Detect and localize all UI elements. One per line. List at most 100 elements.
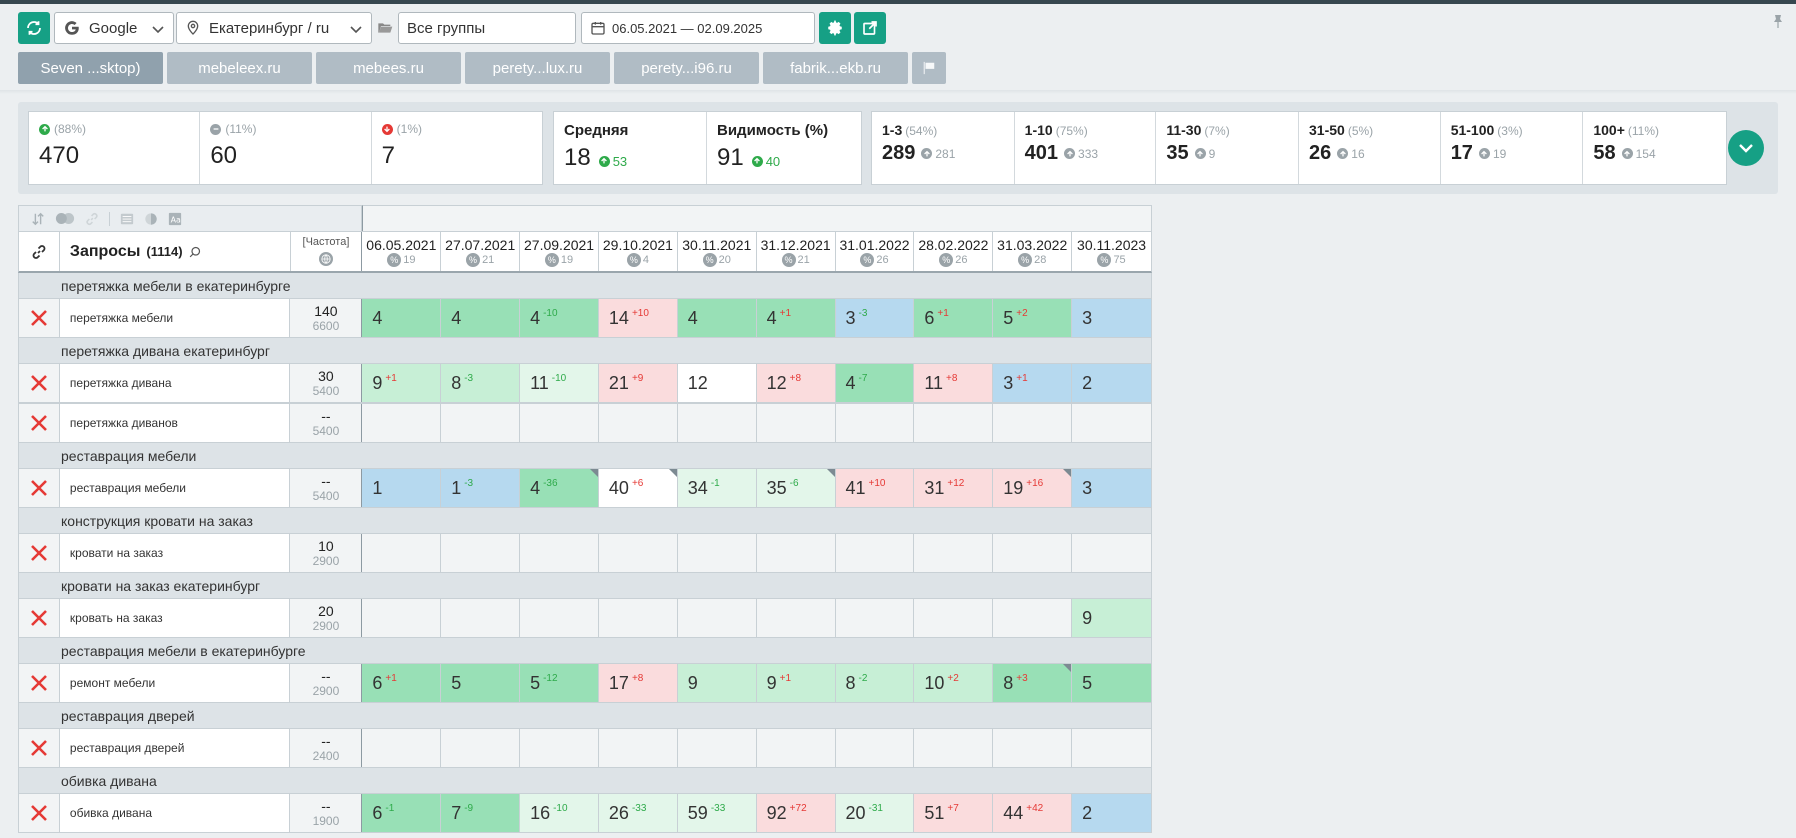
date-column-header[interactable]: 30.11.2023% 75 — [1072, 232, 1151, 271]
position-cell[interactable] — [520, 729, 599, 767]
date-column-header[interactable]: 31.03.2022% 28 — [993, 232, 1073, 271]
delete-query-button[interactable] — [19, 299, 60, 337]
pos-range-51-100[interactable]: 51-100 (3%) 17 19 — [1441, 112, 1584, 184]
position-cell[interactable]: 12 +8 — [756, 364, 836, 402]
delete-query-button[interactable] — [19, 794, 60, 832]
position-cell[interactable]: 9 — [1072, 599, 1151, 637]
position-cell[interactable]: 5 — [1072, 664, 1151, 702]
position-cell[interactable]: 2 — [1072, 364, 1151, 402]
toggle-icon[interactable] — [55, 212, 75, 225]
position-cell[interactable] — [756, 729, 836, 767]
position-cell[interactable] — [993, 534, 1073, 572]
refresh-button[interactable] — [18, 12, 50, 44]
position-cell[interactable]: 26 -33 — [598, 794, 678, 832]
site-tab-1[interactable]: Seven ...sktop) — [18, 52, 163, 84]
query-text[interactable]: ремонт мебели — [59, 664, 291, 702]
position-cell[interactable]: 6 +1 — [362, 664, 442, 702]
query-text[interactable]: реставрация дверей — [59, 729, 291, 767]
position-cell[interactable] — [520, 599, 599, 637]
group-field[interactable]: Все группы — [398, 12, 576, 44]
position-cell[interactable]: 8 -3 — [441, 364, 521, 402]
position-cell[interactable]: 19 +16 — [993, 469, 1073, 507]
position-cell[interactable] — [756, 599, 836, 637]
position-cell[interactable] — [441, 599, 521, 637]
position-cell[interactable]: 3 -3 — [835, 299, 915, 337]
position-cell[interactable]: 44 +42 — [993, 794, 1073, 832]
position-cell[interactable]: 7 -9 — [441, 794, 521, 832]
position-cell[interactable]: 9 — [677, 664, 757, 702]
pos-range-1-3[interactable]: 1-3 (54%) 289 281 — [872, 112, 1015, 184]
position-cell[interactable] — [598, 599, 678, 637]
site-tab-5[interactable]: perety...i96.ru — [614, 52, 759, 84]
position-cell[interactable] — [441, 534, 521, 572]
pos-range-1-10[interactable]: 1-10 (75%) 401 333 — [1015, 112, 1157, 184]
position-cell[interactable]: 41 +10 — [835, 469, 915, 507]
columns-icon[interactable] — [120, 212, 134, 226]
position-cell[interactable]: 8 -2 — [835, 664, 915, 702]
site-tab-4[interactable]: perety...lux.ru — [465, 52, 610, 84]
stat-up[interactable]: (88%) 470 — [29, 112, 201, 184]
date-column-header[interactable]: 30.11.2021% 20 — [678, 232, 757, 271]
position-cell[interactable] — [835, 404, 915, 442]
position-cell[interactable] — [677, 534, 757, 572]
position-cell[interactable] — [362, 534, 442, 572]
pos-range-11-30[interactable]: 11-30 (7%) 35 9 — [1156, 112, 1300, 184]
position-cell[interactable]: 3 +1 — [993, 364, 1073, 402]
position-cell[interactable] — [362, 404, 442, 442]
position-cell[interactable]: 4 +1 — [756, 299, 836, 337]
settings-button[interactable] — [819, 12, 851, 44]
link-icon[interactable] — [85, 212, 99, 226]
query-text[interactable]: перетяжка дивана — [59, 364, 291, 402]
position-cell[interactable] — [677, 729, 757, 767]
date-column-header[interactable]: 27.07.2021% 21 — [441, 232, 521, 271]
delete-query-button[interactable] — [19, 664, 60, 702]
site-tab-3[interactable]: mebees.ru — [316, 52, 461, 84]
position-cell[interactable] — [756, 534, 836, 572]
position-cell[interactable]: 9 +1 — [756, 664, 836, 702]
position-cell[interactable]: 8 +3 — [993, 664, 1073, 702]
position-cell[interactable]: 11 +8 — [914, 364, 994, 402]
position-cell[interactable]: 4 -10 — [520, 299, 599, 337]
position-cell[interactable]: 21 +9 — [598, 364, 678, 402]
position-cell[interactable]: 1 -3 — [441, 469, 521, 507]
header-link-cell[interactable] — [19, 232, 60, 271]
position-cell[interactable] — [677, 599, 757, 637]
font-size-icon[interactable]: Aa — [168, 212, 182, 226]
position-cell[interactable] — [914, 534, 994, 572]
position-cell[interactable] — [598, 534, 678, 572]
frequency-header[interactable]: [Частота] — [291, 232, 363, 271]
position-cell[interactable]: 14 +10 — [598, 299, 678, 337]
date-column-header[interactable]: 06.05.2021% 19 — [362, 232, 442, 271]
date-column-header[interactable]: 31.01.2022% 26 — [836, 232, 915, 271]
position-cell[interactable]: 51 +7 — [914, 794, 994, 832]
position-cell[interactable]: 20 -31 — [835, 794, 915, 832]
position-cell[interactable] — [835, 534, 915, 572]
position-cell[interactable]: 4 -7 — [835, 364, 915, 402]
position-cell[interactable]: 59 -33 — [677, 794, 757, 832]
queries-header[interactable]: Запросы (1114) — [60, 232, 291, 271]
position-cell[interactable]: 92 +72 — [756, 794, 836, 832]
position-cell[interactable]: 4 -36 — [520, 469, 599, 507]
flag-button[interactable] — [912, 52, 946, 84]
position-cell[interactable] — [914, 404, 994, 442]
position-cell[interactable]: 12 — [677, 364, 757, 402]
pin-icon[interactable] — [1772, 14, 1784, 28]
position-cell[interactable] — [1072, 729, 1151, 767]
stat-down[interactable]: (1%) 7 — [372, 112, 542, 184]
position-cell[interactable] — [835, 599, 915, 637]
engine-select[interactable]: Google — [54, 12, 174, 44]
delete-query-button[interactable] — [19, 404, 60, 442]
delete-query-button[interactable] — [19, 364, 60, 402]
position-cell[interactable]: 4 — [362, 299, 442, 337]
export-button[interactable] — [854, 12, 886, 44]
position-cell[interactable] — [362, 729, 442, 767]
position-cell[interactable]: 6 -1 — [362, 794, 442, 832]
search-icon[interactable] — [189, 246, 201, 258]
pos-range-31-50[interactable]: 31-50 (5%) 26 16 — [1299, 112, 1441, 184]
delete-query-button[interactable] — [19, 729, 60, 767]
position-cell[interactable] — [914, 599, 994, 637]
position-cell[interactable]: 17 +8 — [598, 664, 678, 702]
folder-icon[interactable] — [373, 12, 397, 44]
position-cell[interactable]: 3 — [1072, 299, 1151, 337]
query-text[interactable]: реставрация мебели — [59, 469, 291, 507]
